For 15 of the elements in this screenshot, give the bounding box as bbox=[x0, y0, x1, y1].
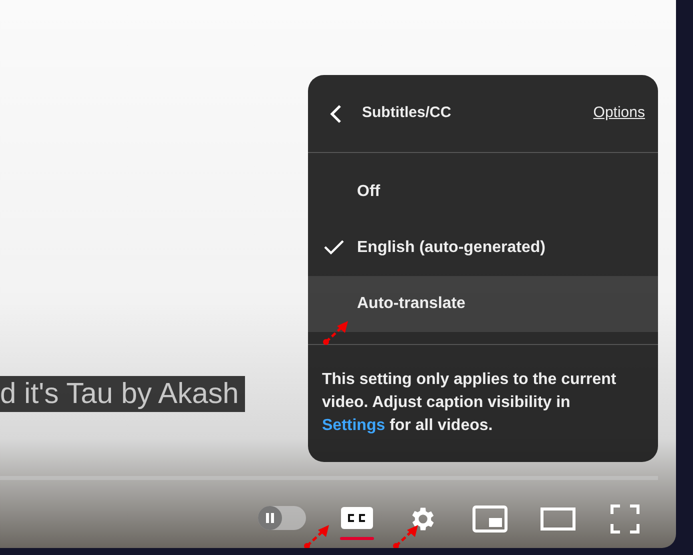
settings-link[interactable]: Settings bbox=[322, 417, 386, 434]
fullscreen-icon[interactable] bbox=[610, 504, 640, 534]
theater-mode-icon[interactable] bbox=[540, 507, 576, 531]
caption-text: d it's Tau by Akash bbox=[0, 376, 245, 412]
options-link[interactable]: Options bbox=[593, 102, 645, 125]
captions-button[interactable] bbox=[340, 505, 374, 541]
miniplayer-icon[interactable] bbox=[472, 505, 508, 533]
menu-option[interactable]: Auto-translate bbox=[308, 276, 658, 332]
menu-option[interactable]: English (auto-generated) bbox=[308, 220, 658, 276]
pause-icon bbox=[265, 512, 275, 524]
back-icon[interactable] bbox=[330, 104, 342, 122]
autoplay-toggle[interactable] bbox=[258, 506, 306, 530]
menu-option[interactable]: Off bbox=[308, 164, 658, 220]
menu-note: This setting only applies to the current video. Adjust caption visibility in Settings for all videos. bbox=[321, 370, 618, 436]
menu-title: Subtitles/CC bbox=[362, 103, 452, 124]
